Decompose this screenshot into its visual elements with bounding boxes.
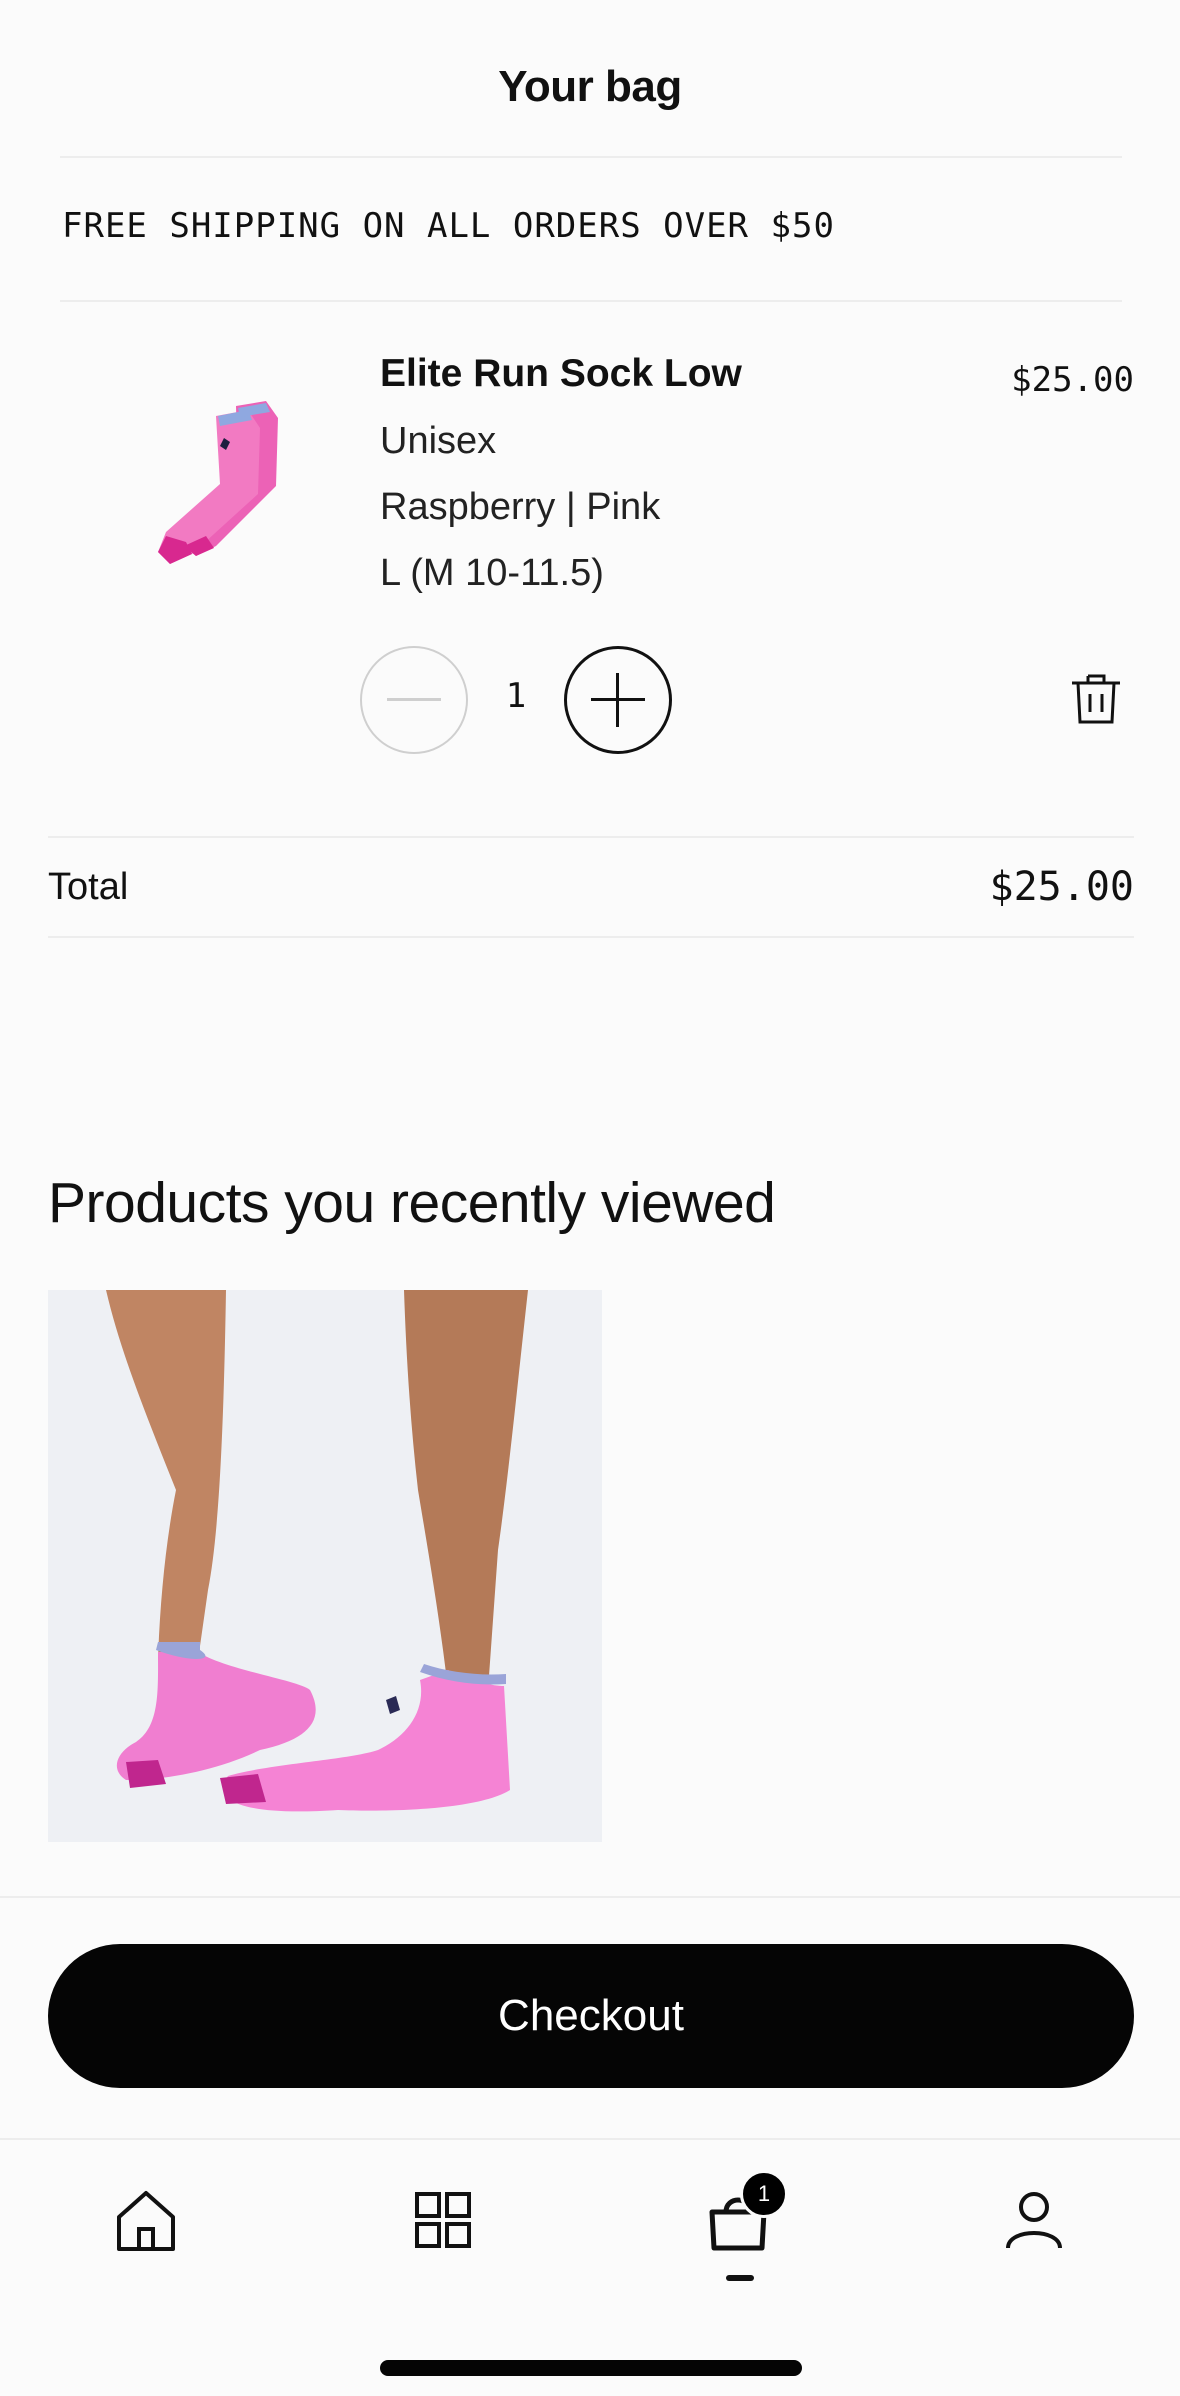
- minus-icon: [387, 698, 441, 701]
- bag-count-badge: 1: [740, 2170, 788, 2218]
- user-icon: [1006, 2192, 1062, 2249]
- tab-account[interactable]: [984, 2170, 1084, 2270]
- total-value: $25.00: [989, 864, 1135, 910]
- checkout-button[interactable]: Checkout: [48, 1944, 1134, 2088]
- active-tab-indicator: [726, 2275, 754, 2281]
- increase-quantity-button[interactable]: [564, 646, 672, 754]
- grid-icon: [415, 2192, 471, 2248]
- divider: [0, 1896, 1180, 1898]
- product-photo: [48, 1290, 602, 1842]
- quantity-value: 1: [505, 676, 527, 716]
- product-thumbnail[interactable]: [96, 356, 306, 576]
- tab-home[interactable]: [96, 2170, 196, 2270]
- divider: [60, 300, 1122, 302]
- tab-shop[interactable]: [393, 2170, 493, 2270]
- home-indicator: [380, 2360, 802, 2376]
- divider: [60, 156, 1122, 158]
- bag-screen: Your bag FREE SHIPPING ON ALL ORDERS OVE…: [0, 0, 1180, 2396]
- product-price: $25.00: [1011, 360, 1134, 400]
- divider: [48, 836, 1134, 838]
- product-color: Raspberry | Pink: [380, 486, 661, 528]
- product-name[interactable]: Elite Run Sock Low: [380, 352, 742, 396]
- product-gender: Unisex: [380, 420, 497, 462]
- total-label: Total: [48, 866, 129, 908]
- recently-viewed-heading: Products you recently viewed: [48, 1171, 776, 1235]
- divider: [48, 936, 1134, 938]
- product-size: L (M 10-11.5): [380, 552, 604, 594]
- plus-icon: [591, 673, 645, 727]
- decrease-quantity-button[interactable]: [360, 646, 468, 754]
- page-title: Your bag: [498, 62, 682, 111]
- trash-icon[interactable]: [1064, 666, 1128, 730]
- recently-viewed-product-card[interactable]: [48, 1290, 602, 1842]
- shipping-banner: FREE SHIPPING ON ALL ORDERS OVER $50: [62, 206, 835, 246]
- home-icon: [117, 2191, 175, 2251]
